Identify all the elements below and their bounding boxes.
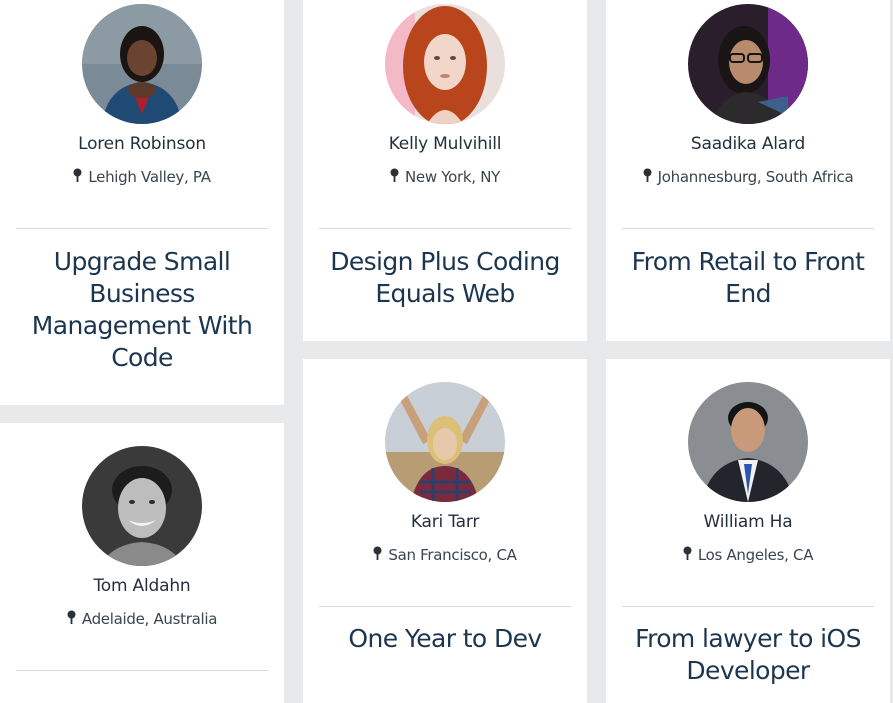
portrait-woman-red-hair [385, 4, 505, 124]
avatar[interactable] [385, 4, 505, 124]
location-text: Lehigh Valley, PA [88, 168, 211, 186]
member-name[interactable]: Loren Robinson [0, 134, 284, 154]
card-divider [622, 228, 874, 229]
avatar[interactable] [82, 4, 202, 124]
story-title[interactable]: One Year to Dev [323, 623, 567, 655]
portrait-man-bw [82, 446, 202, 566]
card-divider [319, 228, 571, 229]
story-card-saadika-alard[interactable]: Saadika Alard Johannesburg, South Africa… [606, 0, 890, 341]
member-location: Adelaide, Australia [0, 610, 284, 628]
map-pin-icon [390, 168, 399, 182]
location-text: San Francisco, CA [388, 546, 517, 564]
member-name[interactable]: Tom Aldahn [0, 576, 284, 596]
story-title[interactable]: From lawyer to iOS Developer [626, 623, 870, 687]
portrait-woman-plaid [385, 382, 505, 502]
map-pin-icon [683, 546, 692, 560]
member-name[interactable]: Kelly Mulvihill [303, 134, 587, 154]
card-divider [319, 606, 571, 607]
location-text: New York, NY [404, 168, 500, 186]
member-location: San Francisco, CA [303, 546, 587, 564]
map-pin-icon [643, 168, 652, 182]
card-divider [16, 670, 268, 671]
portrait-woman-blazer [82, 4, 202, 124]
location-text: Johannesburg, South Africa [657, 168, 854, 186]
map-pin-icon [73, 168, 82, 182]
location-text: Los Angeles, CA [697, 546, 814, 564]
story-card-william-ha[interactable]: William Ha Los Angeles, CA From lawyer t… [606, 359, 890, 703]
story-card-loren-robinson[interactable]: Loren Robinson Lehigh Valley, PA Upgrade… [0, 0, 284, 405]
member-location: Johannesburg, South Africa [606, 168, 890, 186]
map-pin-icon [67, 610, 76, 624]
avatar[interactable] [385, 382, 505, 502]
member-name[interactable]: Saadika Alard [606, 134, 890, 154]
map-pin-icon [373, 546, 382, 560]
member-location: New York, NY [303, 168, 587, 186]
avatar[interactable] [688, 4, 808, 124]
portrait-woman-glasses [688, 4, 808, 124]
member-name[interactable]: William Ha [606, 512, 890, 532]
member-name[interactable]: Kari Tarr [303, 512, 587, 532]
story-card-kelly-mulvihill[interactable]: Kelly Mulvihill New York, NY Design Plus… [303, 0, 587, 341]
card-divider [16, 228, 268, 229]
location-text: Adelaide, Australia [81, 610, 218, 628]
member-location: Lehigh Valley, PA [0, 168, 284, 186]
member-location: Los Angeles, CA [606, 546, 890, 564]
story-title[interactable]: From Retail to Front End [626, 246, 870, 310]
story-title[interactable]: Design Plus Coding Equals Web [323, 246, 567, 310]
story-card-tom-aldahn[interactable]: Tom Aldahn Adelaide, Australia [0, 423, 284, 703]
story-card-kari-tarr[interactable]: Kari Tarr San Francisco, CA One Year to … [303, 359, 587, 703]
avatar[interactable] [688, 382, 808, 502]
portrait-man-suit [688, 382, 808, 502]
card-divider [622, 606, 874, 607]
story-title[interactable]: Upgrade Small Business Management With C… [20, 246, 264, 374]
avatar[interactable] [82, 446, 202, 566]
